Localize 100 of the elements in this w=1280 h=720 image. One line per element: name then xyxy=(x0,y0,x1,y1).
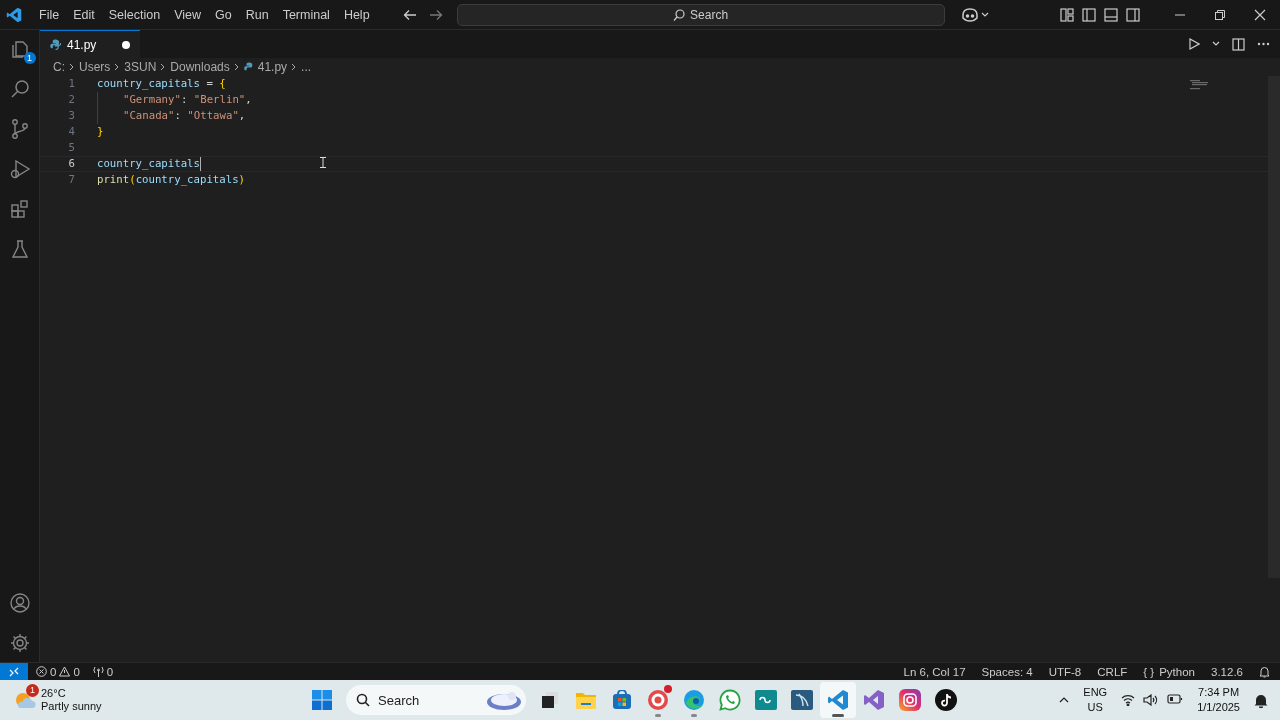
menu-item[interactable]: File xyxy=(32,4,67,25)
remote-icon xyxy=(9,666,19,677)
line-number: 6 xyxy=(67,157,75,171)
status-item[interactable]: 3.12.6 xyxy=(1211,665,1243,678)
camera-app-icon[interactable] xyxy=(899,689,921,711)
secondary-sidebar-icon[interactable] xyxy=(1126,7,1140,22)
code-token: country_capitals xyxy=(97,76,200,92)
layout-icon[interactable] xyxy=(1060,7,1074,22)
database-app-icon[interactable] xyxy=(791,690,813,710)
ports-count[interactable]: 0 xyxy=(106,665,114,678)
bell-icon[interactable] xyxy=(1254,692,1268,708)
chevron-right-icon xyxy=(114,63,121,71)
clock-date[interactable]: 1/1/2025 xyxy=(1197,700,1240,715)
browser-icon[interactable] xyxy=(683,689,705,711)
target-app-icon[interactable] xyxy=(647,689,669,711)
running-indicator xyxy=(655,714,661,717)
forward-arrow-icon[interactable] xyxy=(428,7,443,22)
back-arrow-icon[interactable] xyxy=(402,7,417,22)
code-token: } xyxy=(97,124,104,140)
taskbar-search[interactable]: Search xyxy=(346,685,526,715)
python-file-icon xyxy=(50,39,61,50)
speaker-icon[interactable] xyxy=(1143,694,1160,706)
status-item[interactable]: CRLF xyxy=(1097,665,1128,678)
text-cursor xyxy=(199,157,202,171)
warning-count[interactable]: 0 xyxy=(73,665,80,678)
robot-icon[interactable] xyxy=(960,7,979,22)
wifi-icon[interactable] xyxy=(1121,694,1136,706)
code-token: "Germany" xyxy=(123,92,181,108)
code-token: = xyxy=(205,76,214,92)
sidebar-toggle-icon[interactable] xyxy=(1082,7,1096,22)
warning-icon xyxy=(59,666,71,677)
code-token: ) xyxy=(238,172,245,188)
menu-item[interactable]: Selection xyxy=(101,4,168,25)
chevron-right-icon xyxy=(160,63,167,71)
infinity-app-icon[interactable] xyxy=(755,690,777,710)
breadcrumb[interactable]: C: xyxy=(53,60,65,74)
line-number: 2 xyxy=(67,92,75,108)
account-icon[interactable] xyxy=(8,592,31,614)
code-token: "Canada" xyxy=(123,108,175,124)
notification-badge: 1 xyxy=(26,684,39,697)
breadcrumb[interactable]: 3SUN xyxy=(124,60,157,74)
breadcrumb[interactable]: ... xyxy=(301,60,312,74)
notification-badge: 1 xyxy=(23,52,36,64)
code-token: : xyxy=(174,108,182,124)
error-icon xyxy=(36,666,47,677)
running-indicator xyxy=(691,714,697,717)
windows-start-icon[interactable] xyxy=(311,689,333,711)
task-view-icon[interactable] xyxy=(541,691,559,709)
chevron-down-icon[interactable] xyxy=(1212,41,1220,47)
breadcrumb[interactable]: Users xyxy=(79,60,111,74)
command-center-search[interactable]: Search xyxy=(456,3,945,26)
chevron-up-icon[interactable] xyxy=(1059,697,1070,703)
menu-item[interactable]: Terminal xyxy=(275,4,337,25)
menu-item[interactable]: Go xyxy=(208,4,239,25)
python-file-icon xyxy=(243,62,254,72)
folder-icon[interactable] xyxy=(575,690,597,710)
line-number: 5 xyxy=(67,140,75,156)
code-token: { xyxy=(219,76,226,92)
run-icon[interactable] xyxy=(1188,38,1200,50)
status-item[interactable]: Python xyxy=(1159,665,1195,678)
bell-icon[interactable] xyxy=(1259,665,1270,678)
code-token: print xyxy=(97,172,130,188)
store-icon[interactable] xyxy=(612,690,632,710)
more-icon[interactable] xyxy=(1257,42,1270,46)
restore-icon[interactable] xyxy=(1214,8,1226,21)
clock-time[interactable]: 7:34 PM xyxy=(1198,685,1240,700)
music-note-app-icon[interactable] xyxy=(935,689,957,711)
notification-dot xyxy=(664,685,672,693)
menu-item[interactable]: Help xyxy=(336,4,377,25)
split-editor-icon[interactable] xyxy=(1232,37,1245,51)
breadcrumb[interactable]: 41.py xyxy=(257,60,288,74)
code-token: , xyxy=(238,108,246,124)
status-item[interactable]: UTF-8 xyxy=(1048,665,1082,678)
code-editor-icon[interactable] xyxy=(827,689,849,711)
app-logo xyxy=(6,6,22,23)
remote-button[interactable] xyxy=(0,663,28,680)
code-token: "Berlin" xyxy=(193,92,246,108)
panel-toggle-icon[interactable] xyxy=(1104,7,1118,22)
code-token: "Ottawa" xyxy=(187,108,239,124)
close-icon[interactable] xyxy=(1254,8,1266,21)
status-item[interactable]: Spaces: 4 xyxy=(981,665,1033,678)
menu-item[interactable]: Edit xyxy=(66,4,102,25)
chevron-right-icon xyxy=(233,63,240,71)
antenna-icon xyxy=(92,666,104,677)
code-token: : xyxy=(180,92,189,108)
language-indicator[interactable]: US xyxy=(1087,700,1103,715)
editor-tab[interactable]: 41.py xyxy=(40,30,140,58)
run-debug-icon[interactable] xyxy=(8,158,31,180)
menu-item[interactable]: Run xyxy=(238,4,276,25)
settings-icon[interactable] xyxy=(8,632,31,654)
error-count[interactable]: 0 xyxy=(50,665,57,678)
extensions-icon[interactable] xyxy=(8,198,31,220)
status-item[interactable]: Ln 6, Col 17 xyxy=(903,665,966,678)
studio-icon[interactable] xyxy=(863,689,885,711)
language-indicator[interactable]: ENG xyxy=(1083,685,1108,700)
chat-icon[interactable] xyxy=(719,689,741,711)
battery-icon[interactable] xyxy=(1167,694,1184,704)
menu-item[interactable]: View xyxy=(167,4,208,25)
breadcrumb[interactable]: Downloads xyxy=(170,60,230,74)
chevron-down-icon[interactable] xyxy=(980,11,989,18)
